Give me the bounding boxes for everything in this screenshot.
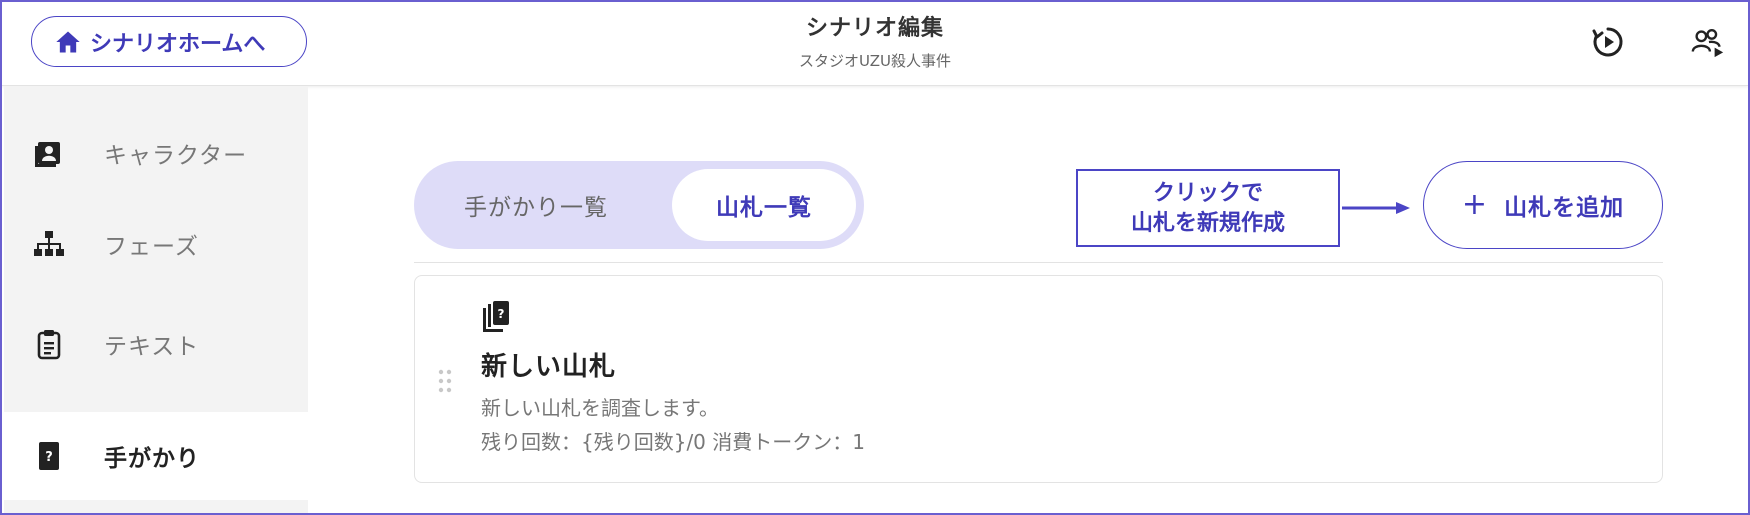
callout-line-2: 山札を新規作成 (1130, 211, 1285, 236)
app-window: シナリオホームへ シナリオ編集 スタジオUZU殺人事件 キャラクター フェーズ … (0, 0, 1750, 515)
callout-arrow (1342, 202, 1410, 214)
deck-description: 新しい山札を調査します。 (481, 396, 719, 420)
sidebar-item-characters[interactable]: キャラクター (4, 109, 308, 197)
sidebar-item-phases[interactable]: フェーズ (4, 200, 308, 288)
group-play-icon (1691, 28, 1724, 58)
sidebar-item-label: 手がかり (104, 446, 200, 472)
deck-icon: ? (483, 301, 509, 332)
page-title-block: シナリオ編集 スタジオUZU殺人事件 (2, 10, 1748, 71)
deck-title: 新しい山札 (481, 352, 617, 382)
add-deck-button[interactable]: + 山札を追加 (1423, 161, 1663, 249)
tab-deck-list[interactable]: 山札一覧 (672, 169, 856, 241)
sidebar-item-label: キャラクター (104, 143, 248, 169)
deck-meta: 残り回数：{残り回数}/0 消費トークン：1 (481, 430, 865, 454)
svg-text:?: ? (45, 450, 53, 465)
play-circle-icon (1592, 27, 1623, 57)
sidebar-item-label: フェーズ (104, 234, 199, 260)
clue-card-icon: ? (31, 438, 67, 474)
svg-text:?: ? (498, 307, 505, 321)
page-title: シナリオ編集 (805, 16, 944, 41)
sidebar-item-clues[interactable]: ? 手がかり (4, 412, 308, 500)
deck-card[interactable]: ? 新しい山札 新しい山札を調査します。 残り回数：{残り回数}/0 消費トーク… (414, 275, 1663, 483)
sidebar: キャラクター フェーズ テキスト ? 手がかり (4, 86, 308, 513)
divider (414, 262, 1663, 263)
clipboard-icon (31, 326, 67, 362)
drag-handle-icon[interactable] (437, 368, 453, 394)
add-deck-label: 山札を追加 (1504, 195, 1625, 221)
sidebar-item-label: テキスト (104, 334, 200, 360)
tab-clue-list[interactable]: 手がかり一覧 (436, 169, 636, 241)
top-bar: シナリオホームへ シナリオ編集 スタジオUZU殺人事件 (2, 2, 1748, 86)
multiplayer-test-button[interactable] (1690, 24, 1726, 60)
plus-icon: + (1461, 187, 1489, 222)
callout-line-1: クリックで (1152, 181, 1263, 206)
play-preview-button[interactable] (1590, 24, 1626, 60)
hierarchy-icon (31, 226, 67, 262)
annotation-callout: クリックで 山札を新規作成 (1076, 169, 1340, 247)
sidebar-item-text[interactable]: テキスト (4, 300, 308, 388)
character-icon (31, 135, 67, 171)
view-tabs: 手がかり一覧 山札一覧 (414, 161, 864, 249)
scenario-name: スタジオUZU殺人事件 (799, 52, 951, 70)
